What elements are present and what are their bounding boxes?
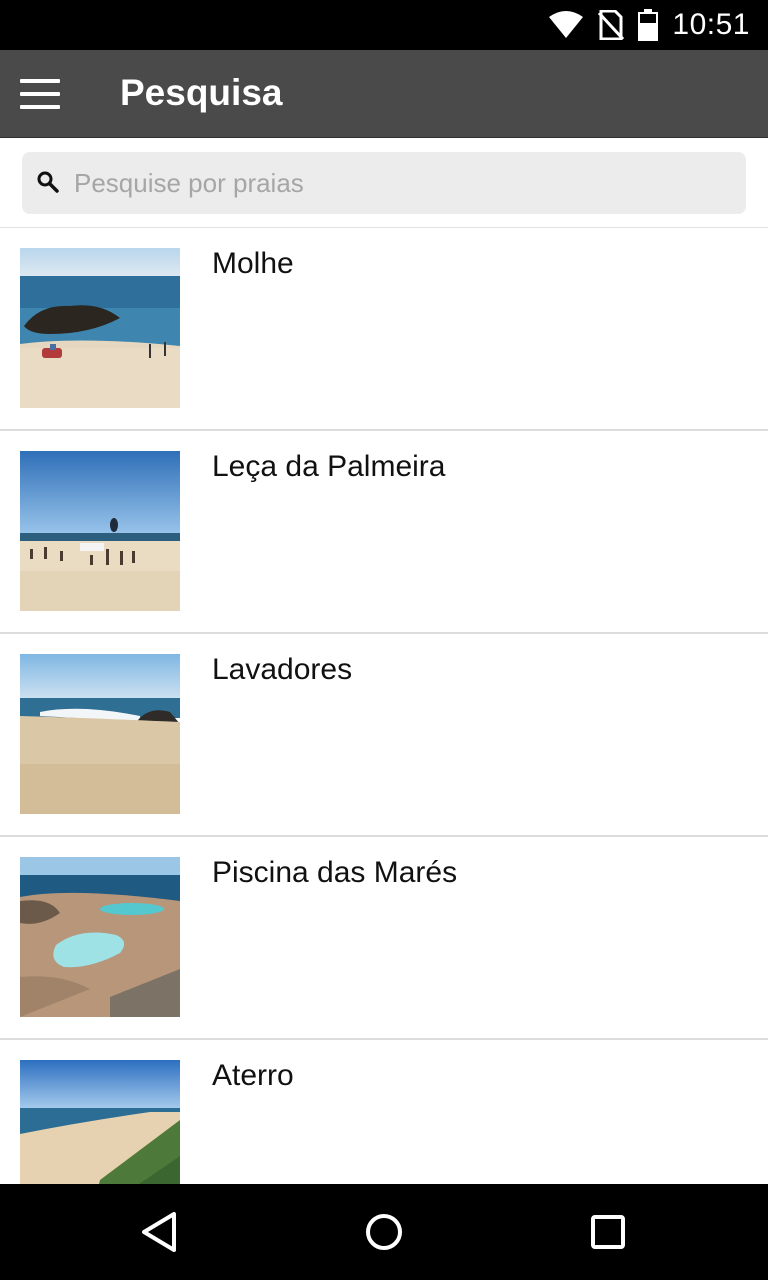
beach-name: Piscina das Marés: [212, 856, 458, 889]
app-bar: Pesquisa: [0, 50, 768, 138]
beach-name: Lavadores: [212, 653, 353, 686]
beach-thumbnail: [20, 451, 180, 611]
search-box[interactable]: [22, 152, 746, 214]
beach-list: Molhe Leça da Palmeira Lavadores Piscina…: [0, 228, 768, 1184]
wifi-icon: [548, 11, 584, 39]
beach-thumbnail: [20, 248, 180, 408]
home-icon[interactable]: [360, 1208, 408, 1256]
search-bar: [0, 138, 768, 228]
beach-name: Leça da Palmeira: [212, 450, 446, 483]
status-icons: 10:51: [548, 0, 750, 50]
search-icon: [36, 170, 60, 194]
hamburger-menu-icon[interactable]: [20, 79, 60, 109]
list-item[interactable]: Leça da Palmeira: [0, 431, 768, 634]
recents-icon[interactable]: [584, 1208, 632, 1256]
beach-thumbnail: [20, 654, 180, 814]
status-bar: 10:51: [0, 0, 768, 50]
beach-name: Molhe: [212, 247, 294, 280]
list-item[interactable]: Piscina das Marés: [0, 837, 768, 1040]
system-nav-bar: [0, 1184, 768, 1280]
search-input[interactable]: [74, 152, 734, 214]
list-item[interactable]: Molhe: [0, 228, 768, 431]
page-title: Pesquisa: [120, 72, 283, 113]
beach-thumbnail: [20, 1060, 180, 1184]
battery-icon: [638, 9, 659, 41]
status-time: 10:51: [672, 8, 750, 41]
no-sim-icon: [598, 10, 625, 40]
list-item[interactable]: Lavadores: [0, 634, 768, 837]
list-item[interactable]: Aterro: [0, 1040, 768, 1184]
beach-name: Aterro: [212, 1059, 294, 1092]
back-icon[interactable]: [136, 1208, 184, 1256]
beach-thumbnail: [20, 857, 180, 1017]
